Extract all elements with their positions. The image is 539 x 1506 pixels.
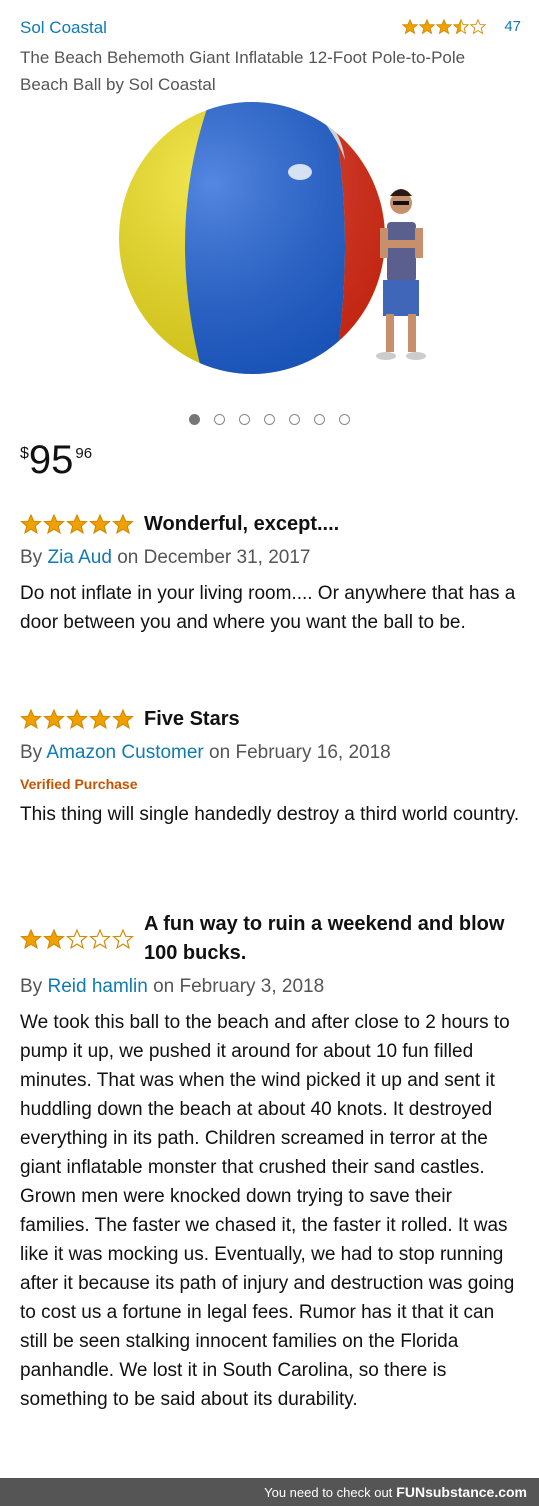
star-empty-icon <box>112 928 134 949</box>
price-whole: 95 <box>28 438 74 482</box>
review-byline: By Zia Aud on December 31, 2017 <box>20 545 520 571</box>
review-byline: By Reid hamlin on February 3, 2018 <box>20 974 520 1000</box>
rating-count[interactable]: 47 <box>504 18 521 35</box>
carousel-dot[interactable] <box>339 414 350 425</box>
review-date: on February 16, 2018 <box>209 742 391 763</box>
price: $ 95 96 <box>20 437 92 483</box>
by-label: By <box>20 742 43 763</box>
product-image[interactable] <box>0 100 539 400</box>
carousel-dot[interactable] <box>264 414 275 425</box>
review-date: on December 31, 2017 <box>117 547 311 568</box>
product-rating[interactable]: 47 <box>402 18 521 35</box>
review-title[interactable]: Five Stars <box>144 705 240 734</box>
star-full-icon <box>43 928 65 949</box>
star-full-icon <box>43 514 65 535</box>
carousel-dot[interactable] <box>239 414 250 425</box>
carousel-dot[interactable] <box>214 414 225 425</box>
carousel-dot[interactable] <box>289 414 300 425</box>
by-label: By <box>20 547 43 568</box>
review-date: on February 3, 2018 <box>153 976 325 997</box>
review-body: Do not inflate in your living room.... O… <box>20 583 516 633</box>
star-full-icon <box>436 18 453 34</box>
review-stars <box>20 928 134 950</box>
star-full-icon <box>89 709 111 730</box>
star-empty-icon <box>470 18 487 34</box>
review: A fun way to ruin a weekend and blow 100… <box>20 910 520 1414</box>
image-carousel-dots[interactable] <box>0 414 539 425</box>
star-full-icon <box>20 928 42 949</box>
star-empty-icon <box>89 928 111 949</box>
person-figure <box>376 189 426 360</box>
carousel-dot[interactable] <box>189 414 200 425</box>
star-half-icon <box>453 18 470 34</box>
review-body: We took this ball to the beach and after… <box>20 1012 515 1410</box>
footer-text: You need to check out <box>264 1484 393 1500</box>
review-stars <box>20 709 134 730</box>
verified-purchase-badge: Verified Purchase <box>20 776 138 792</box>
star-empty-icon <box>66 928 88 949</box>
review-title[interactable]: Wonderful, except.... <box>144 510 339 539</box>
carousel-dot[interactable] <box>314 414 325 425</box>
by-label: By <box>20 976 43 997</box>
price-symbol: $ <box>20 445 29 462</box>
review-author[interactable]: Amazon Customer <box>46 742 203 763</box>
review-body: This thing will single handedly destroy … <box>20 804 520 825</box>
star-full-icon <box>20 709 42 730</box>
review-author[interactable]: Reid hamlin <box>47 976 147 997</box>
beach-ball <box>119 102 385 374</box>
rating-stars <box>402 18 487 35</box>
star-full-icon <box>112 514 134 535</box>
review: Five Stars By Amazon Customer on Februar… <box>20 705 520 829</box>
review-title[interactable]: A fun way to ruin a weekend and blow 100… <box>144 910 520 968</box>
star-full-icon <box>89 514 111 535</box>
star-full-icon <box>66 709 88 730</box>
footer-logo: FUNsubstance.com <box>396 1484 527 1500</box>
review-author[interactable]: Zia Aud <box>47 547 111 568</box>
star-full-icon <box>419 18 436 34</box>
review: Wonderful, except.... By Zia Aud on Dece… <box>20 510 520 637</box>
star-full-icon <box>112 709 134 730</box>
review-byline: By Amazon Customer on February 16, 2018 <box>20 740 520 766</box>
star-full-icon <box>20 514 42 535</box>
star-full-icon <box>43 709 65 730</box>
product-title: The Beach Behemoth Giant Inflatable 12-F… <box>20 48 466 94</box>
watermark-footer: You need to check out FUNsubstance.com <box>0 1478 539 1506</box>
star-full-icon <box>66 514 88 535</box>
star-full-icon <box>402 18 419 34</box>
price-fraction: 96 <box>75 445 93 462</box>
review-stars <box>20 514 134 535</box>
brand-link[interactable]: Sol Coastal <box>20 18 107 38</box>
